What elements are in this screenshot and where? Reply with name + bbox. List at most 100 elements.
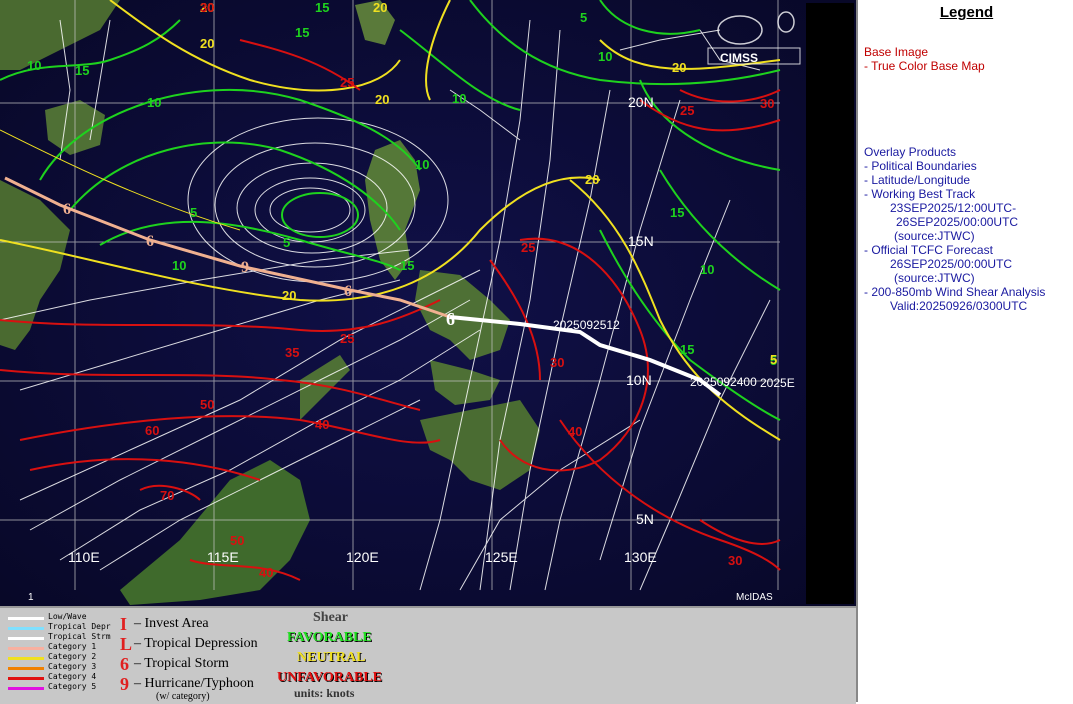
overlay-item: - Political Boundaries	[864, 159, 977, 173]
map-canvas: 6 6 9 6 6 110E 115E 120E 125E 130E20N15N10N5…	[0, 0, 856, 606]
base-image-item: - True Color Base Map	[864, 59, 985, 73]
overlay-item: (source:JTWC)	[894, 229, 975, 243]
legend-panel: Legend Base Image - True Color Base Map …	[856, 0, 1073, 702]
track-time-label: 2025092400	[690, 375, 757, 389]
forecast-point-icon: 6	[146, 233, 154, 250]
shear-unfavorable: UNFAVORABLE	[277, 670, 382, 685]
key-line-category-5	[8, 687, 44, 690]
red-contour-label: 25	[340, 331, 354, 346]
red-contour-label: 40	[315, 417, 329, 432]
shear-neutral: NEUTRAL	[297, 650, 366, 665]
shear-title: Shear	[313, 610, 348, 625]
green-contour-label: 10	[172, 258, 186, 273]
map-side-bar	[806, 3, 854, 604]
key-line-category-3	[8, 667, 44, 670]
green-contour-label: 15	[75, 63, 89, 78]
current-storm-icon: 6	[446, 309, 455, 329]
lon-label: 120E	[346, 549, 379, 565]
yellow-contour-label: 20	[375, 92, 389, 107]
key-label: Category 3	[48, 662, 97, 671]
red-contour-label: 50	[200, 397, 214, 412]
key-line-low-wave	[8, 617, 44, 620]
hurricane-typhoon-icon: 9	[120, 674, 129, 694]
overlay-item: - 200-850mb Wind Shear Analysis	[864, 285, 1046, 299]
green-contour-label: 15	[400, 258, 414, 273]
overlay-item: 23SEP2025/12:00UTC-	[890, 201, 1017, 215]
red-contour-label: 25	[680, 103, 694, 118]
logo-text: CIMSS	[720, 51, 758, 65]
overlay-item: 26SEP2025/00:00UTC	[896, 215, 1019, 229]
green-contour-label: 10	[700, 262, 714, 277]
yellow-contour-label: 20	[672, 60, 686, 75]
green-contour-label: 10	[147, 95, 161, 110]
green-contour-label: 10	[452, 91, 466, 106]
yellow-contour-label: 20	[200, 36, 214, 51]
key-symbol-label: – Tropical Depression	[134, 636, 258, 651]
overlay-item: - Working Best Track	[864, 187, 976, 201]
key-label: Tropical Strm	[48, 632, 111, 641]
overlay-item: - Latitude/Longitude	[864, 173, 971, 187]
yellow-contour-label: 20	[585, 172, 599, 187]
green-contour-label: 10	[598, 49, 612, 64]
key-label: Low/Wave	[48, 612, 87, 621]
map-footer-frame: 1	[28, 592, 34, 603]
red-contour-label: 60	[145, 423, 159, 438]
green-contour-label: 5	[580, 10, 587, 25]
green-contour-label: 15	[295, 25, 309, 40]
key-line-tropical-depr	[8, 627, 44, 630]
key-symbol-label: – Hurricane/Typhoon	[134, 676, 254, 691]
red-contour-label: 30	[550, 355, 564, 370]
key-label: Category 5	[48, 682, 97, 691]
key-line-category-4	[8, 677, 44, 680]
key-label: Category 4	[48, 672, 97, 681]
invest-area-icon: I	[120, 614, 128, 634]
track-time-label: 2025E	[760, 376, 795, 390]
forecast-point-icon: 6	[63, 201, 71, 218]
forecast-point-icon: 6	[344, 283, 352, 300]
lat-label: 5N	[636, 511, 654, 527]
green-contour-label: 5	[190, 205, 197, 220]
map-key: Low/Wave Tropical Depr Tropical Strm Cat…	[0, 606, 856, 704]
legend-title: Legend	[939, 4, 994, 21]
green-contour-label: 15	[315, 0, 329, 15]
overlay-item: - Official TCFC Forecast	[864, 243, 993, 257]
lat-label: 20N	[628, 94, 654, 110]
red-contour-label: 30	[760, 96, 774, 111]
overlay-heading: Overlay Products	[864, 145, 957, 159]
red-contour-label: 70	[160, 488, 174, 503]
tropical-storm-icon: 6	[120, 654, 129, 674]
overlay-item: 26SEP2025/00:00UTC	[890, 257, 1013, 271]
red-contour-label: 30	[200, 0, 214, 15]
green-contour-label: 10	[415, 157, 429, 172]
key-symbol-label: – Invest Area	[134, 616, 209, 631]
lon-label: 125E	[485, 549, 518, 565]
yellow-contour-label: 20	[373, 0, 387, 15]
key-label: Category 2	[48, 652, 97, 661]
lat-label: 10N	[626, 372, 652, 388]
red-contour-label: 50	[230, 533, 244, 548]
shear-favorable: FAVORABLE	[287, 630, 372, 645]
overlay-item: (source:JTWC)	[894, 271, 975, 285]
key-symbol-note: (w/ category)	[156, 691, 210, 702]
red-contour-label: 40	[568, 424, 582, 439]
green-contour-label: 15	[670, 205, 684, 220]
key-line-category-2	[8, 657, 44, 660]
key-line-tropical-strm	[8, 637, 44, 640]
green-contour-label: 10	[27, 58, 41, 73]
key-label: Category 1	[48, 642, 97, 651]
lon-label: 115E	[207, 549, 239, 565]
lon-label: 110E	[68, 549, 100, 565]
map-footer-source: McIDAS	[736, 592, 773, 603]
green-contour-label: 5	[283, 235, 290, 250]
green-contour-label: 15	[680, 342, 694, 357]
yellow-contour-label: 20	[282, 288, 296, 303]
red-contour-label: 40	[259, 565, 273, 580]
base-image-heading: Base Image	[864, 45, 929, 59]
overlay-item: Valid:20250926/0300UTC	[890, 299, 1028, 313]
key-symbol-label: – Tropical Storm	[134, 656, 229, 671]
shear-units: units: knots	[294, 686, 355, 700]
track-time-label: 2025092512	[553, 318, 620, 332]
tropical-depression-icon: L	[120, 634, 133, 654]
wind-shear-map: 6 6 9 6 6 110E 115E 120E 125E 130E 20N 15N 10N 5…	[0, 0, 856, 606]
lon-label: 130E	[624, 549, 657, 565]
